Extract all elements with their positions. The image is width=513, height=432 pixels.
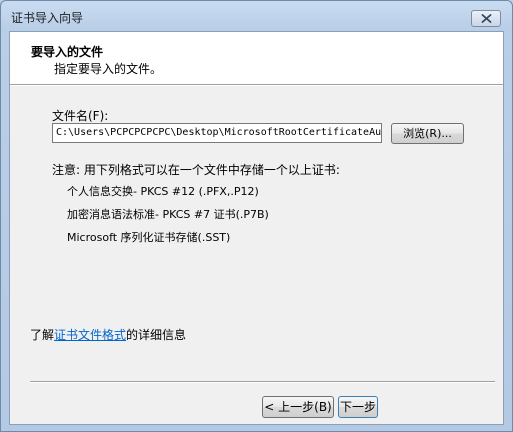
certificate-format-link[interactable]: 证书文件格式 <box>54 328 126 342</box>
back-button[interactable]: < 上一步(B) <box>262 396 334 418</box>
wizard-body: 要导入的文件 指定要导入的文件。 文件名(F): C:\Users\PCPCPC… <box>9 31 504 425</box>
title-bar: 证书导入向导 <box>1 1 512 31</box>
window-title: 证书导入向导 <box>11 11 84 25</box>
format-item-sst: Microsoft 序列化证书存储(.SST) <box>67 231 231 244</box>
file-name-input[interactable]: C:\Users\PCPCPCPCPC\Desktop\MicrosoftRoo… <box>52 123 382 143</box>
learn-more-prefix: 了解 <box>30 328 55 342</box>
page-subtitle: 指定要导入的文件。 <box>54 62 163 76</box>
close-icon <box>481 14 491 23</box>
browse-button[interactable]: 浏览(R)... <box>391 123 464 144</box>
wizard-window: 证书导入向导 要导入的文件 指定要导入的文件。 文件名(F): C:\Users… <box>0 0 513 432</box>
learn-more-text: 了解证书文件格式的详细信息 <box>30 326 186 343</box>
format-item-pfx: 个人信息交换- PKCS #12 (.PFX,.P12) <box>67 185 259 198</box>
format-item-p7b: 加密消息语法标准- PKCS #7 证书(.P7B) <box>67 208 269 221</box>
header-divider <box>10 84 503 86</box>
page-title: 要导入的文件 <box>31 45 104 59</box>
learn-more-suffix: 的详细信息 <box>126 328 187 342</box>
close-button[interactable] <box>471 10 501 27</box>
wizard-header: 要导入的文件 指定要导入的文件。 <box>10 32 503 84</box>
next-button[interactable]: 下一步 <box>338 396 378 418</box>
format-note: 注意: 用下列格式可以在一个文件中存储一个以上证书: <box>52 163 340 177</box>
footer-divider <box>30 381 495 383</box>
file-name-label: 文件名(F): <box>52 109 109 123</box>
